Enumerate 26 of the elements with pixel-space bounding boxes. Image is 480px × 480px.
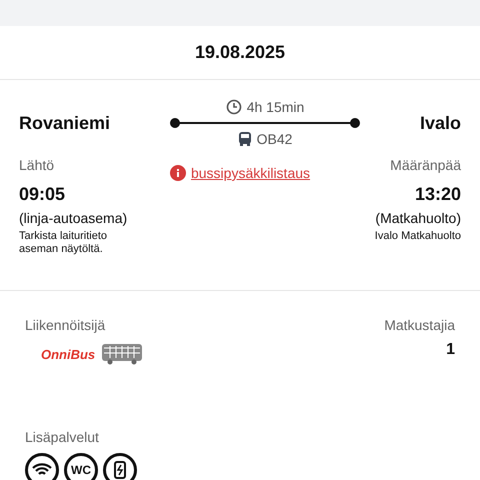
arrival-station: (Matkahuolto) <box>375 210 461 226</box>
operator-label: Liikennöitsijä <box>25 317 106 333</box>
origin-city: Rovaniemi <box>19 112 110 134</box>
duration: 4h 15min <box>246 99 304 115</box>
services-label: Lisäpalvelut <box>25 429 100 445</box>
bus-icon <box>101 343 144 365</box>
passengers-label: Matkustajia <box>384 317 455 333</box>
arrival-time: 13:20 <box>414 184 461 205</box>
info-icon <box>170 165 186 181</box>
bus-icon <box>238 131 252 147</box>
wifi-icon <box>25 453 59 480</box>
clock-icon <box>226 99 242 115</box>
stops-link[interactable]: bussipysäkkilistaus <box>190 165 310 181</box>
passenger-count: 1 <box>446 341 455 359</box>
operator-logo: OnniBus <box>41 346 96 362</box>
wc-icon: WC <box>64 453 98 480</box>
arrival-label: Määränpää <box>390 157 461 173</box>
departure-label: Lähtö <box>19 157 56 173</box>
departure-note: Tarkista laituritieto aseman näytöltä. <box>19 230 108 256</box>
departure-station: (linja-autoasema) <box>19 210 128 226</box>
destination-city: Ivalo <box>420 112 461 134</box>
charging-icon <box>103 453 137 480</box>
arrival-note: Ivalo Matkahuolto <box>374 230 461 243</box>
line-number: OB42 <box>256 131 292 147</box>
travel-date: 19.08.2025 <box>0 26 480 80</box>
departure-time: 09:05 <box>19 184 66 205</box>
